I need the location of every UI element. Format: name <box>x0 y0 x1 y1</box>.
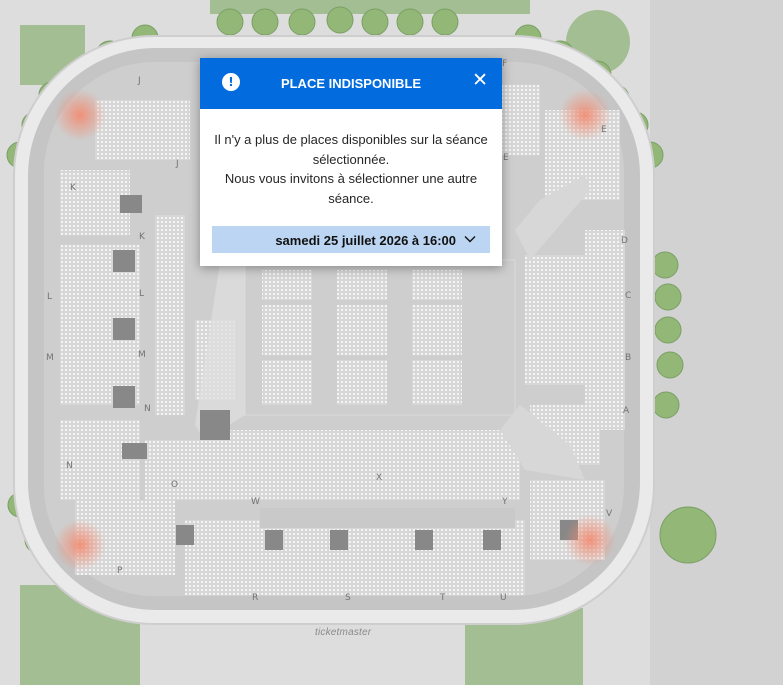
ticketmaster-logo: ticketmaster <box>315 627 372 638</box>
close-icon[interactable]: ✕ <box>472 71 488 90</box>
dialog-header: ! PLACE INDISPONIBLE ✕ <box>200 58 502 109</box>
selected-session-date: samedi 25 juillet 2026 à 16:00 <box>275 233 456 248</box>
dialog-message: Il n'y a plus de places disponibles sur … <box>210 130 492 208</box>
dialog-title: PLACE INDISPONIBLE <box>280 76 422 91</box>
unavailable-dialog: ! PLACE INDISPONIBLE ✕ Il n'y a plus de … <box>200 58 502 266</box>
message-line: Il n'y a plus de places disponibles sur … <box>214 132 488 167</box>
chevron-down-icon <box>464 236 476 243</box>
message-line: Nous vous invitons à sélectionner une au… <box>224 171 478 206</box>
session-date-select[interactable]: samedi 25 juillet 2026 à 16:00 <box>212 226 490 253</box>
